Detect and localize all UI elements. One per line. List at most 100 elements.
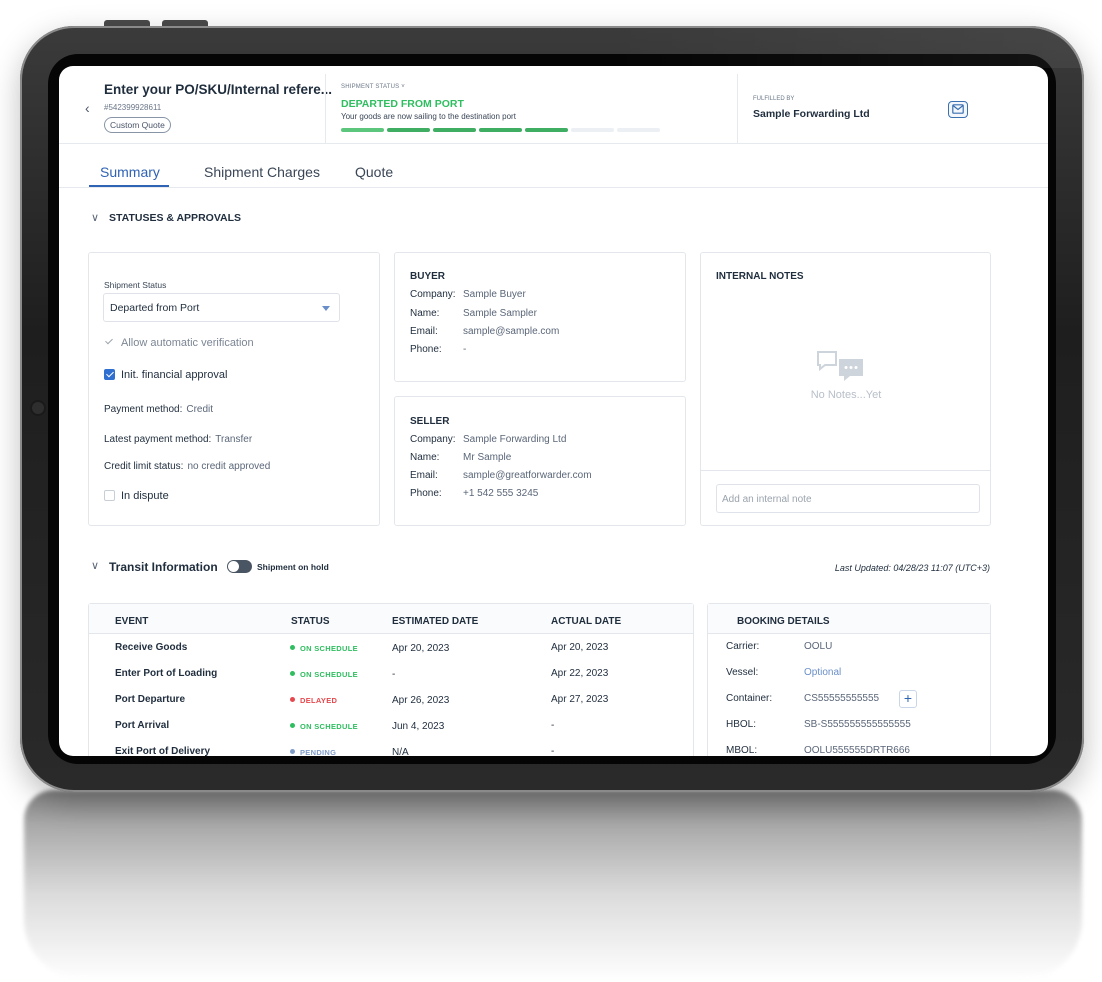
booking-key: Container: bbox=[726, 693, 773, 704]
buyer-key: Email: bbox=[410, 326, 438, 337]
progress-segment-done bbox=[433, 128, 476, 132]
last-updated-text: Last Updated: 04/28/23 11:07 (UTC+3) bbox=[834, 563, 990, 573]
collapse-chevron-icon[interactable]: ∨ bbox=[91, 559, 99, 572]
buyer-card: BUYER Company: Sample Buyer Name: Sample S… bbox=[394, 252, 686, 382]
actual-date-cell: Apr 20, 2023 bbox=[551, 642, 609, 653]
back-chevron-icon[interactable]: ‹ bbox=[85, 100, 90, 116]
event-cell: Port Departure bbox=[115, 694, 186, 705]
status-dot-icon bbox=[290, 645, 295, 650]
check-icon bbox=[104, 337, 115, 348]
app-screen: ‹ Enter your PO/SKU/Internal refere... #… bbox=[59, 66, 1048, 756]
seller-row: Company: Sample Forwarding Ltd bbox=[410, 434, 566, 445]
internal-note-input[interactable]: Add an internal note bbox=[716, 484, 980, 513]
estimated-date-cell: N/A bbox=[392, 747, 409, 756]
credit-limit-label: Credit limit status: bbox=[104, 461, 184, 472]
progress-segment-done bbox=[341, 128, 384, 132]
financial-approval-checkbox[interactable]: Init. financial approval bbox=[104, 369, 227, 381]
progress-segment-todo bbox=[571, 128, 614, 132]
credit-limit-row: Credit limit status: no credit approved bbox=[104, 461, 270, 472]
event-cell: Port Arrival bbox=[115, 720, 170, 731]
in-dispute-label: In dispute bbox=[121, 490, 169, 502]
device-reflection bbox=[24, 790, 1082, 980]
buyer-value: Sample Sampler bbox=[463, 308, 537, 319]
credit-limit-value: no credit approved bbox=[187, 461, 271, 472]
seller-value: sample@greatforwarder.com bbox=[463, 470, 592, 481]
container-value: CS55555555555 bbox=[804, 693, 880, 704]
status-badge: PENDING bbox=[290, 748, 336, 756]
buyer-title: BUYER bbox=[410, 271, 446, 282]
estimated-date-cell: Jun 4, 2023 bbox=[392, 721, 445, 732]
fulfilled-by-label: FULFILLED BY bbox=[753, 96, 795, 102]
transit-table: EVENT STATUS ESTIMATED DATE ACTUAL DATE … bbox=[88, 603, 694, 756]
booking-key: MBOL: bbox=[726, 745, 758, 756]
envelope-icon bbox=[952, 104, 964, 114]
status-badge: ON SCHEDULE bbox=[290, 644, 358, 653]
column-header-status: STATUS bbox=[291, 616, 330, 627]
booking-details-card: BOOKING DETAILS Carrier: OOLU Vessel: Opti… bbox=[707, 603, 991, 756]
screen-glare bbox=[610, 26, 1090, 68]
latest-payment-row: Latest payment method: Transfer bbox=[104, 434, 252, 445]
status-dot-icon bbox=[290, 723, 295, 728]
notes-divider bbox=[701, 470, 991, 471]
shipment-status-select[interactable]: Departed from Port bbox=[103, 293, 340, 322]
mbol-value: OOLU555555DRTR666 bbox=[804, 745, 910, 756]
statuses-section-title[interactable]: STATUSES & APPROVALS bbox=[109, 212, 241, 224]
column-header-event: EVENT bbox=[115, 616, 149, 627]
buyer-key: Phone: bbox=[410, 344, 442, 355]
status-text: PENDING bbox=[300, 748, 337, 756]
seller-value: Sample Forwarding Ltd bbox=[463, 434, 567, 445]
seller-row: Phone: +1 542 555 3245 bbox=[410, 488, 538, 499]
carrier-value: OOLU bbox=[804, 641, 833, 652]
tab-summary[interactable]: Summary bbox=[100, 164, 160, 180]
tab-shipment-charges[interactable]: Shipment Charges bbox=[204, 164, 320, 180]
seller-value: Mr Sample bbox=[463, 452, 512, 463]
transit-section-title[interactable]: Transit Information bbox=[109, 560, 218, 574]
latest-payment-label: Latest payment method: bbox=[104, 434, 212, 445]
seller-key: Email: bbox=[410, 470, 438, 481]
fulfilled-by-value: Sample Forwarding Ltd bbox=[753, 108, 870, 120]
column-header-actual-date: ACTUAL DATE bbox=[551, 616, 622, 627]
chat-bubbles-icon bbox=[817, 351, 863, 381]
seller-row: Name: Mr Sample bbox=[410, 452, 511, 463]
internal-notes-title: INTERNAL NOTES bbox=[716, 271, 804, 282]
buyer-key: Name: bbox=[410, 308, 440, 319]
booking-row: HBOL: SB-S555555555555555 bbox=[726, 719, 911, 730]
message-button[interactable] bbox=[948, 101, 968, 118]
buyer-value: - bbox=[463, 344, 467, 355]
hbol-value: SB-S555555555555555 bbox=[804, 719, 911, 730]
seller-key: Company: bbox=[410, 434, 456, 445]
shipment-header: ‹ Enter your PO/SKU/Internal refere... #… bbox=[59, 66, 1048, 144]
header-divider bbox=[325, 74, 326, 144]
progress-segment-done bbox=[525, 128, 568, 132]
po-reference-title[interactable]: Enter your PO/SKU/Internal refere... bbox=[104, 82, 332, 97]
shipment-on-hold-toggle[interactable] bbox=[227, 560, 252, 573]
actual-date-cell: - bbox=[551, 746, 555, 756]
auto-verification-label: Allow automatic verification bbox=[121, 337, 254, 349]
estimated-date-cell: Apr 26, 2023 bbox=[392, 695, 450, 706]
latest-payment-value: Transfer bbox=[215, 434, 253, 445]
seller-row: Email: sample@greatforwarder.com bbox=[410, 470, 592, 481]
auto-verification-checkbox[interactable]: Allow automatic verification bbox=[104, 337, 254, 349]
status-text: DELAYED bbox=[300, 696, 338, 705]
booking-row: Vessel: Optional bbox=[726, 667, 841, 678]
status-dot-icon bbox=[290, 749, 295, 754]
shipment-progress-bar bbox=[341, 128, 660, 132]
booking-details-title: BOOKING DETAILS bbox=[737, 616, 830, 627]
shipment-status-field-label: Shipment Status bbox=[104, 280, 167, 290]
collapse-chevron-icon[interactable]: ∨ bbox=[91, 211, 99, 224]
booking-key: Carrier: bbox=[726, 641, 760, 652]
shipment-status-value: DEPARTED FROM PORT bbox=[341, 98, 464, 110]
tab-quote[interactable]: Quote bbox=[355, 164, 393, 180]
event-cell: Receive Goods bbox=[115, 642, 188, 653]
statuses-card: Shipment Status Departed from Port Allow… bbox=[88, 252, 380, 526]
buyer-row: Company: Sample Buyer bbox=[410, 289, 526, 300]
in-dispute-checkbox[interactable]: In dispute bbox=[104, 490, 169, 502]
status-dot-icon bbox=[290, 671, 295, 676]
seller-card: SELLER Company: Sample Forwarding Ltd Nam… bbox=[394, 396, 686, 526]
shipment-status-label[interactable]: SHIPMENT STATUS ˅ bbox=[341, 84, 405, 90]
status-badge: ON SCHEDULE bbox=[290, 722, 358, 731]
payment-method-row: Payment method: Credit bbox=[104, 404, 213, 415]
actual-date-cell: - bbox=[551, 720, 555, 731]
add-container-button[interactable]: + bbox=[899, 690, 917, 708]
vessel-value[interactable]: Optional bbox=[804, 667, 841, 678]
